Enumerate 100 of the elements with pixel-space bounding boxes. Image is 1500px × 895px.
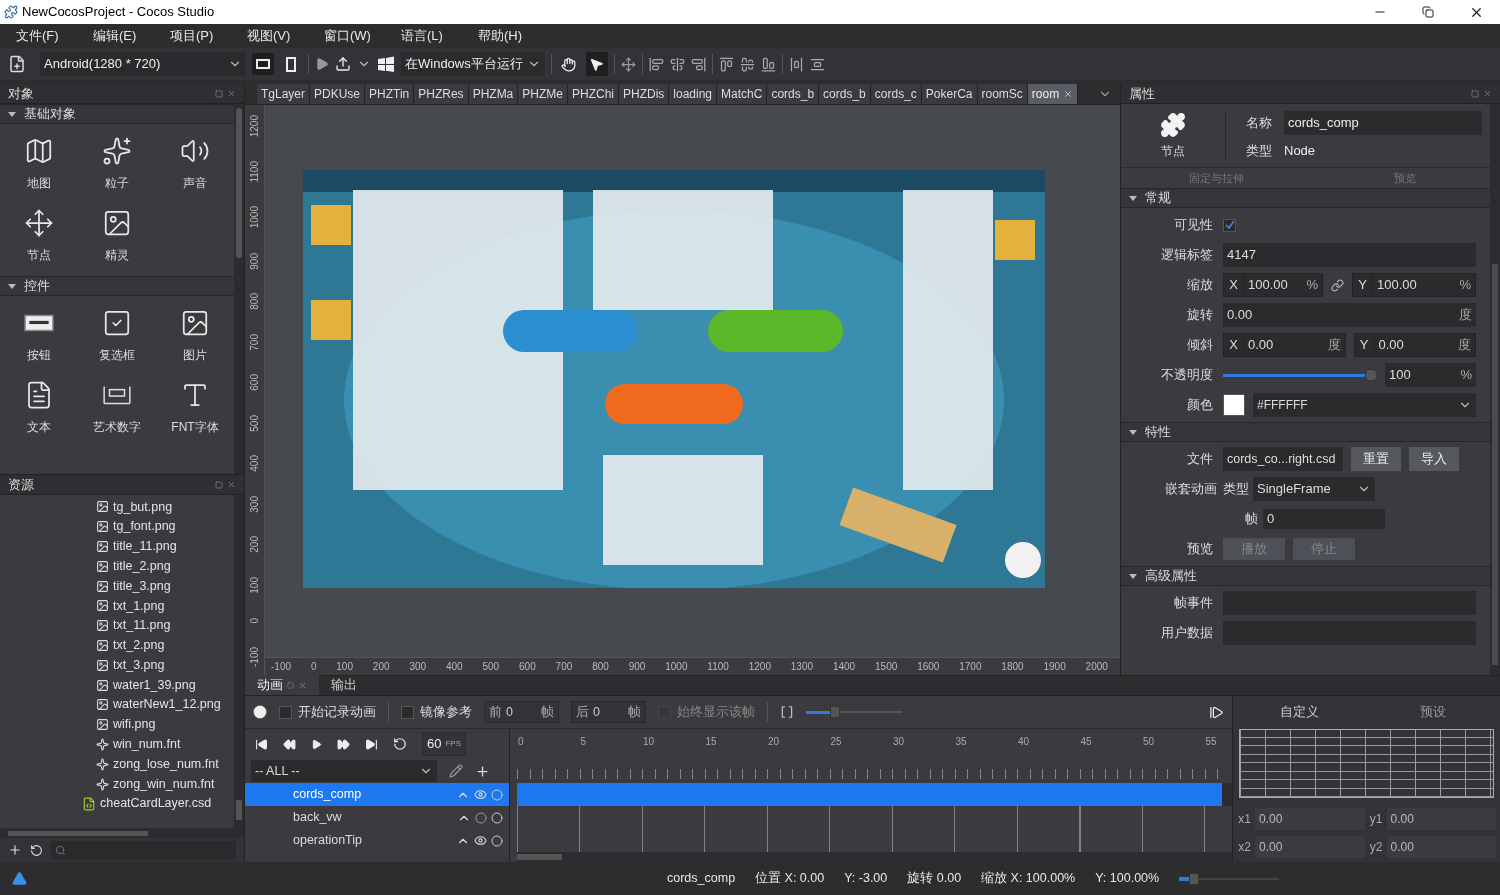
tag-field[interactable]: 4147 xyxy=(1223,243,1476,267)
widget-item[interactable]: 图片 xyxy=(156,300,234,372)
fast-forward-icon[interactable] xyxy=(337,737,350,751)
file-item[interactable]: txt_1.png xyxy=(0,596,234,616)
document-tab[interactable]: cords_b xyxy=(767,84,820,104)
widget-item[interactable]: FNT字体 xyxy=(156,372,234,444)
menu-item[interactable]: 视图(V) xyxy=(237,26,310,46)
document-tab[interactable]: PHZRes xyxy=(414,84,469,104)
device-dropdown[interactable]: Android(1280 * 720) xyxy=(40,52,246,76)
play-to-end-icon[interactable] xyxy=(1209,704,1224,720)
filter-dropdown[interactable]: -- ALL -- xyxy=(251,760,437,782)
point-field[interactable]: 0.00 xyxy=(1255,836,1365,858)
document-tab[interactable]: PokerCa xyxy=(921,84,978,104)
document-tab[interactable]: cords_c xyxy=(870,84,922,104)
new-file-icon[interactable] xyxy=(8,55,26,73)
checkbox[interactable] xyxy=(279,705,292,719)
file-item[interactable]: txt_3.png xyxy=(0,655,234,676)
color-swatch[interactable] xyxy=(1223,394,1245,416)
file-item[interactable]: tg_but.png xyxy=(0,497,234,517)
panel-tab[interactable]: 输出 xyxy=(319,675,369,695)
import-button[interactable]: 导入 xyxy=(1409,447,1459,471)
file-item[interactable]: title_11.png xyxy=(0,536,234,557)
menu-item[interactable]: 项目(P) xyxy=(160,26,233,46)
file-item[interactable]: zong_win_num.fnt xyxy=(0,774,234,794)
panel-tab[interactable]: 动画 xyxy=(245,675,319,695)
before-frames-field[interactable]: 前 0 帧 xyxy=(484,701,559,723)
distribute-vertical-icon[interactable] xyxy=(809,56,825,72)
scrollbar[interactable] xyxy=(234,104,244,474)
file-item[interactable]: water1_39.png xyxy=(0,675,234,695)
document-tab[interactable]: roomSc xyxy=(977,84,1028,104)
run-target-dropdown[interactable]: 在Windows平台运行 xyxy=(401,52,545,76)
after-frames-field[interactable]: 后 0 帧 xyxy=(571,701,646,723)
widget-item[interactable]: 按钮 xyxy=(0,300,78,372)
first-frame-icon[interactable] xyxy=(255,737,268,751)
fit-icon[interactable] xyxy=(620,56,636,72)
align-middle-icon[interactable] xyxy=(739,56,755,72)
track-row[interactable]: cords_comp xyxy=(245,783,509,806)
fps-field[interactable]: 60 FPS xyxy=(422,732,467,756)
zoom-slider[interactable] xyxy=(1179,872,1280,885)
restore-icon[interactable] xyxy=(1422,6,1434,18)
slider-thumb[interactable] xyxy=(829,706,840,718)
publish-icon[interactable] xyxy=(335,56,351,72)
document-tab[interactable]: MatchC xyxy=(717,84,768,104)
slider-thumb[interactable] xyxy=(1189,872,1200,885)
document-tab[interactable]: PHZMa xyxy=(468,84,519,104)
document-tab[interactable]: cords_b xyxy=(819,84,871,104)
menu-item[interactable]: 编辑(E) xyxy=(83,26,156,46)
document-tab[interactable]: PHZMe xyxy=(518,84,568,104)
scrollbar[interactable] xyxy=(1222,783,1232,806)
widget-item[interactable]: 复选框 xyxy=(78,300,156,372)
point-field[interactable]: 0.00 xyxy=(1386,808,1496,830)
scrollbar[interactable] xyxy=(1490,104,1500,675)
distribute-horizontal-icon[interactable] xyxy=(788,56,804,72)
frame-field[interactable]: 0 xyxy=(1263,509,1385,529)
file-field[interactable]: cords_co...right.csd xyxy=(1223,447,1343,471)
align-left-icon[interactable] xyxy=(648,56,664,72)
align-center-icon[interactable] xyxy=(669,56,685,72)
checkbox[interactable] xyxy=(1223,218,1236,232)
rewind-icon[interactable] xyxy=(283,737,296,751)
file-item[interactable]: win_num.fnt xyxy=(0,734,234,755)
widget-item[interactable]: 精灵 xyxy=(78,200,156,272)
checkbox[interactable] xyxy=(401,705,414,719)
name-field[interactable]: cords_comp xyxy=(1284,110,1482,135)
pencil-icon[interactable] xyxy=(449,764,463,778)
align-top-icon[interactable] xyxy=(718,56,734,72)
reset-button[interactable]: 重置 xyxy=(1351,447,1401,471)
point-field[interactable]: 0.00 xyxy=(1386,836,1496,858)
document-tab[interactable]: loading xyxy=(669,84,718,104)
document-tab[interactable]: room xyxy=(1027,84,1079,104)
section-header[interactable]: 特性 xyxy=(1121,422,1490,442)
color-dropdown[interactable]: #FFFFFF xyxy=(1253,393,1476,417)
axis-field[interactable]: Y 0.00 度 xyxy=(1353,333,1476,357)
document-tab[interactable]: PDKUse xyxy=(310,84,366,104)
file-item[interactable]: title_3.png xyxy=(0,576,234,596)
add-icon[interactable] xyxy=(8,843,22,857)
widget-item[interactable]: 粒子 xyxy=(78,128,156,200)
last-frame-icon[interactable] xyxy=(365,737,378,751)
file-item[interactable]: tg_font.png xyxy=(0,516,234,537)
menu-item[interactable]: 帮助(H) xyxy=(468,26,541,46)
menu-item[interactable]: 窗口(W) xyxy=(314,26,387,46)
axis-field[interactable]: X 0.00 度 xyxy=(1223,333,1346,357)
landscape-button[interactable] xyxy=(252,53,274,75)
file-item[interactable]: zong_lose_num.fnt xyxy=(0,754,234,775)
menu-item[interactable]: 文件(F) xyxy=(6,26,79,46)
section-header[interactable]: 高级属性 xyxy=(1121,566,1490,586)
refresh-icon[interactable] xyxy=(30,843,43,857)
loop-icon[interactable] xyxy=(393,737,407,751)
widget-item[interactable]: 地图 xyxy=(0,128,78,200)
play-icon[interactable] xyxy=(311,738,322,750)
widget-item[interactable]: 声音 xyxy=(156,128,234,200)
horizontal-scrollbar[interactable] xyxy=(0,828,244,838)
curve-tab[interactable]: 自定义 xyxy=(1233,703,1367,722)
section-header[interactable]: 基础对象 xyxy=(0,104,234,124)
link-icon[interactable] xyxy=(1331,278,1344,292)
section-header[interactable]: 常规 xyxy=(1121,188,1490,208)
file-item[interactable]: cheatCardLayer.csd xyxy=(0,793,234,814)
zoom-slider[interactable] xyxy=(806,706,902,718)
axis-field[interactable]: X 100.00 % xyxy=(1223,273,1323,297)
type-dropdown[interactable]: SingleFrame xyxy=(1253,477,1375,501)
curve-tab[interactable]: 预设 xyxy=(1366,703,1500,722)
